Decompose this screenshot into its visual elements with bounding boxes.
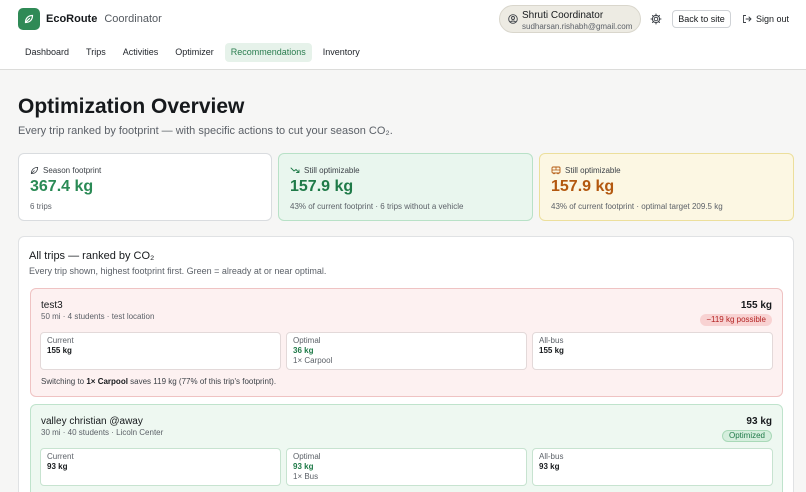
stat-label: Season footprint	[43, 166, 102, 175]
sign-out-button[interactable]: Sign out	[742, 12, 789, 26]
cell-label: Current	[47, 452, 74, 461]
app-header: EcoRoute Coordinator Shruti Coordinator …	[0, 0, 806, 70]
user-email: sudharsan.rishabh@gmail.com	[522, 22, 633, 31]
stat-note: 6 trips	[30, 202, 52, 211]
ranked-trips-panel: All trips — ranked by CO₂ Every trip sho…	[18, 236, 794, 492]
optimized-badge: Optimized	[721, 430, 772, 442]
stat-card-optimal-target: Still optimizable 157.9 kg 43% of curren…	[539, 153, 794, 221]
note-suffix: saves 119 kg (77% of this trip's footpri…	[127, 377, 277, 386]
back-to-site-button[interactable]: Back to site	[672, 10, 731, 28]
cell-value: 93 kg	[293, 462, 314, 471]
nav-inventory[interactable]: Inventory	[317, 43, 366, 62]
sign-out-label: Sign out	[756, 14, 790, 24]
trend-down-icon	[290, 167, 300, 173]
stat-label: Still optimizable	[304, 166, 360, 175]
stat-note: 43% of current footprint · 6 trips witho…	[290, 202, 464, 211]
nav-trips[interactable]: Trips	[80, 43, 112, 62]
user-chip[interactable]: Shruti Coordinator sudharsan.rishabh@gma…	[499, 5, 641, 33]
trip-recommendation: Switching to 1× Carpool saves 119 kg (77…	[41, 377, 276, 386]
main-nav: Dashboard Trips Activities Optimizer Rec…	[19, 43, 371, 62]
nav-activities[interactable]: Activities	[117, 43, 165, 62]
nav-optimizer[interactable]: Optimizer	[169, 43, 220, 62]
cell-value: 36 kg	[293, 346, 314, 355]
trip-total: 93 kg	[746, 416, 772, 427]
cell-value: 155 kg	[539, 346, 564, 355]
brand[interactable]: EcoRoute Coordinator	[18, 8, 162, 30]
optimal-cell: Optimal 36 kg 1× Carpool	[286, 332, 527, 370]
stat-note: 43% of current footprint · optimal targe…	[551, 202, 723, 211]
gear-icon[interactable]	[650, 13, 662, 25]
bus-icon	[551, 166, 561, 175]
cell-vehicle: 1× Bus	[293, 472, 319, 481]
cell-vehicle: 1× Carpool	[293, 356, 333, 365]
cell-label: All-bus	[539, 452, 564, 461]
current-cell: Current 93 kg	[40, 448, 281, 486]
trip-name: test3	[41, 300, 63, 311]
nav-recommendations[interactable]: Recommendations	[224, 43, 312, 62]
user-icon	[508, 14, 518, 24]
cell-value: 155 kg	[47, 346, 72, 355]
current-cell: Current 155 kg	[40, 332, 281, 370]
cell-value: 93 kg	[47, 462, 68, 471]
stat-value: 157.9 kg	[290, 178, 354, 195]
user-name: Shruti Coordinator	[522, 10, 604, 21]
brand-role: Coordinator	[104, 13, 162, 25]
stat-value: 367.4 kg	[30, 178, 94, 195]
sign-out-icon	[743, 15, 752, 23]
all-bus-cell: All-bus 93 kg	[532, 448, 773, 486]
nav-dashboard[interactable]: Dashboard	[19, 43, 75, 62]
stat-card-still-optimizable: Still optimizable 157.9 kg 43% of curren…	[278, 153, 533, 221]
note-vehicle: 1× Carpool	[86, 377, 128, 386]
trip-name: valley christian @away	[41, 416, 143, 427]
trip-meta: 50 mi · 4 students · test location	[41, 312, 155, 321]
brand-name: EcoRoute	[46, 13, 98, 25]
panel-subtitle: Every trip shown, highest footprint firs…	[29, 266, 327, 276]
trip-meta: 30 mi · 40 students · Licoln Center	[41, 428, 164, 437]
cell-label: Current	[47, 336, 74, 345]
cell-label: Optimal	[293, 336, 321, 345]
trip-total: 155 kg	[740, 300, 772, 311]
note-prefix: Switching to	[41, 377, 87, 386]
cell-label: All-bus	[539, 336, 564, 345]
trip-card[interactable]: test3 50 mi · 4 students · test location…	[30, 288, 783, 397]
savings-badge: −119 kg possible	[700, 314, 772, 326]
cell-label: Optimal	[293, 452, 321, 461]
page-title: Optimization Overview	[18, 95, 245, 118]
page-subtitle: Every trip ranked by footprint — with sp…	[18, 125, 393, 137]
stat-card-season-footprint: Season footprint 367.4 kg 6 trips	[18, 153, 272, 221]
trip-card[interactable]: valley christian @away 30 mi · 40 studen…	[30, 404, 783, 492]
cell-value: 93 kg	[539, 462, 560, 471]
leaf-logo-icon	[18, 8, 40, 30]
leaf-icon	[30, 166, 39, 175]
panel-title: All trips — ranked by CO₂	[29, 250, 155, 262]
stat-value: 157.9 kg	[551, 178, 615, 195]
optimal-cell: Optimal 93 kg 1× Bus	[286, 448, 527, 486]
stat-label: Still optimizable	[565, 166, 621, 175]
all-bus-cell: All-bus 155 kg	[532, 332, 773, 370]
